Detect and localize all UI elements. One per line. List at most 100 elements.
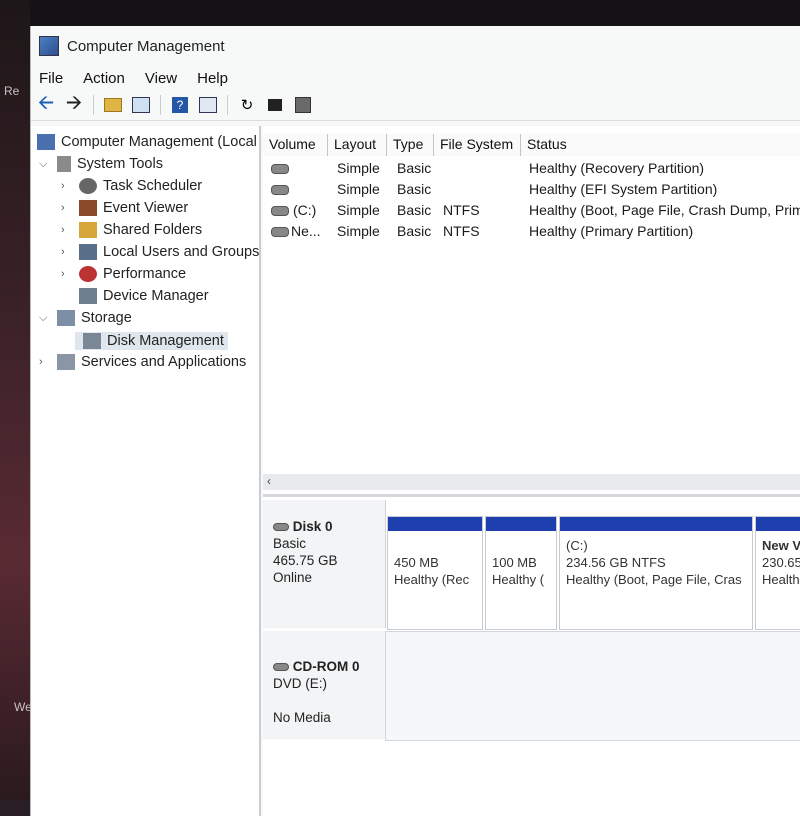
back-arrow-icon[interactable]: 🡨 xyxy=(35,92,57,116)
up-folder-icon[interactable] xyxy=(102,94,124,116)
col-file-system[interactable]: File System xyxy=(434,134,521,156)
tree-local-users[interactable]: › Local Users and Groups xyxy=(61,244,259,260)
volume-disk-icon xyxy=(271,164,289,174)
help-icon[interactable]: ? xyxy=(169,94,191,116)
tree-shared-folders[interactable]: › Shared Folders xyxy=(61,222,202,238)
partition-c-drive[interactable]: (C:) 234.56 GB NTFS Healthy (Boot, Page Fi… xyxy=(559,516,753,630)
col-layout[interactable]: Layout xyxy=(328,134,387,156)
tree-root[interactable]: Computer Management (Local xyxy=(33,134,257,150)
col-volume[interactable]: Volume xyxy=(263,134,328,156)
volume-status: Healthy (Boot, Page File, Crash Dump, Pr… xyxy=(529,202,800,218)
partition-size: 100 MB xyxy=(492,555,537,570)
tree-services-label: Services and Applications xyxy=(81,354,247,370)
tree-services[interactable]: › Services and Applications xyxy=(39,354,246,370)
tree-local-users-label: Local Users and Groups xyxy=(103,244,260,260)
storage-icon xyxy=(57,310,75,326)
desktop-top-edge xyxy=(0,0,800,26)
tree-event-viewer[interactable]: › Event Viewer xyxy=(61,200,188,216)
tree-task-scheduler-label: Task Scheduler xyxy=(103,178,203,194)
shared-folder-icon xyxy=(79,222,97,238)
volume-disk-icon xyxy=(271,206,289,216)
tree-storage[interactable]: ⌵ Storage xyxy=(39,310,132,326)
navigation-tree: Computer Management (Local ⌵ System Tool… xyxy=(31,126,261,816)
volume-row[interactable]: (C:) Simple Basic NTFS Healthy (Boot, Pa… xyxy=(263,202,800,222)
tree-device-manager[interactable]: Device Manager xyxy=(75,288,209,304)
desktop-left-edge xyxy=(0,0,30,800)
refresh-icon[interactable]: ↻ xyxy=(236,94,258,116)
partition-title xyxy=(492,537,550,554)
volume-row[interactable]: Ne... Simple Basic NTFS Healthy (Primary… xyxy=(263,223,800,243)
cdrom-label: CD-ROM 0 DVD (E:) No Media xyxy=(273,658,360,726)
volume-layout: Simple xyxy=(337,181,380,197)
tree-system-tools[interactable]: ⌵ System Tools xyxy=(39,156,163,172)
partition-title: New V xyxy=(762,538,800,553)
chevron-right-icon[interactable]: › xyxy=(61,202,75,214)
properties-icon[interactable] xyxy=(197,94,219,116)
partition-bar xyxy=(560,517,752,531)
tree-performance-label: Performance xyxy=(103,266,187,282)
scroll-left-icon[interactable]: ‹ xyxy=(267,474,271,488)
tree-task-scheduler[interactable]: › Task Scheduler xyxy=(61,178,202,194)
disk-management-pane: Volume Layout Type File System Status Si… xyxy=(263,126,800,816)
volume-layout: Simple xyxy=(337,202,380,218)
desktop-icon-label-top: Re xyxy=(4,84,20,98)
horizontal-scrollbar[interactable]: ‹ xyxy=(263,474,800,490)
toolbar-separator xyxy=(160,95,161,115)
show-hide-tree-icon[interactable] xyxy=(130,94,152,116)
col-status[interactable]: Status xyxy=(521,134,800,156)
computer-management-icon xyxy=(39,36,59,56)
tree-performance[interactable]: › Performance xyxy=(61,266,186,282)
performance-icon xyxy=(79,266,97,282)
toolbar: 🡨 🡪 ? ↻ xyxy=(31,90,800,121)
volume-type: Basic xyxy=(397,160,432,176)
toolbar-separator xyxy=(93,95,94,115)
disk0-size: 465.75 GB xyxy=(273,553,338,568)
tree-device-manager-label: Device Manager xyxy=(103,288,209,304)
settings-icon[interactable] xyxy=(292,94,314,116)
chevron-right-icon[interactable]: › xyxy=(61,246,75,258)
chevron-down-icon[interactable]: ⌵ xyxy=(39,158,53,171)
disk-management-icon xyxy=(83,333,101,349)
volume-type: Basic xyxy=(397,223,432,239)
partition-status: Healthy (Rec xyxy=(394,572,470,587)
disk0-label: Disk 0 Basic 465.75 GB Online xyxy=(273,518,338,586)
partition-recovery[interactable]: 450 MB Healthy (Rec xyxy=(387,516,483,630)
volume-name: (C:) xyxy=(293,202,317,218)
chevron-right-icon[interactable]: › xyxy=(61,180,75,192)
users-icon xyxy=(79,244,97,260)
partition-bar xyxy=(756,517,800,531)
menu-help[interactable]: Help xyxy=(197,70,228,87)
cdrom-icon xyxy=(273,663,289,671)
volume-row[interactable]: Simple Basic Healthy (Recovery Partition… xyxy=(263,160,800,180)
partition-title: (C:) xyxy=(566,538,588,553)
tools-icon xyxy=(57,156,71,172)
volume-name: Ne... xyxy=(291,223,321,239)
menu-file[interactable]: File xyxy=(39,70,63,87)
computer-icon xyxy=(37,134,55,150)
chevron-right-icon[interactable]: › xyxy=(61,224,75,236)
device-manager-icon xyxy=(79,288,97,304)
chevron-right-icon[interactable]: › xyxy=(39,356,53,368)
volume-fs: NTFS xyxy=(443,202,480,218)
volume-status: Healthy (Primary Partition) xyxy=(529,223,694,239)
disk0-name: Disk 0 xyxy=(292,519,333,534)
cdrom-type: DVD (E:) xyxy=(273,676,327,691)
toolbar-separator xyxy=(227,95,228,115)
disk-icon xyxy=(273,523,289,531)
forward-arrow-icon[interactable]: 🡪 xyxy=(63,92,85,116)
col-type[interactable]: Type xyxy=(387,134,434,156)
volume-status: Healthy (EFI System Partition) xyxy=(529,181,718,197)
partition-new-volume[interactable]: New V 230.65 Health xyxy=(755,516,800,630)
chevron-down-icon[interactable]: ⌵ xyxy=(39,312,53,325)
menu-action[interactable]: Action xyxy=(83,70,125,87)
volume-row[interactable]: Simple Basic Healthy (EFI System Partiti… xyxy=(263,181,800,201)
chevron-right-icon[interactable]: › xyxy=(61,268,75,280)
pane-splitter[interactable] xyxy=(263,494,800,497)
disk-action-icon[interactable] xyxy=(264,94,286,116)
partition-efi[interactable]: 100 MB Healthy ( xyxy=(485,516,557,630)
cdrom-partition-area[interactable] xyxy=(385,631,800,741)
tree-shared-folders-label: Shared Folders xyxy=(103,222,203,238)
menu-view[interactable]: View xyxy=(145,70,177,87)
partition-status: Healthy (Boot, Page File, Cras xyxy=(566,572,742,587)
tree-disk-management[interactable]: Disk Management xyxy=(75,332,228,350)
